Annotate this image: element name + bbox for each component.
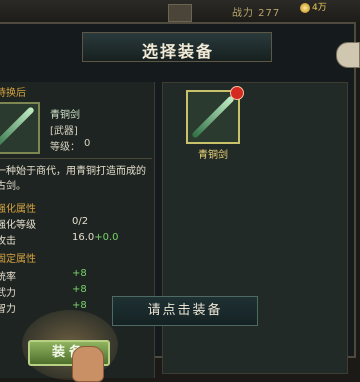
candidate-item-name: 青铜剑	[198, 150, 228, 161]
title-plate: 选择装备	[82, 32, 272, 62]
divider	[0, 158, 152, 159]
enhance-section-heading: 强化属性	[0, 204, 36, 215]
stat-label: 强化等级	[0, 220, 36, 231]
stat-value: 0/2	[72, 216, 89, 227]
stat-value: +8	[72, 284, 87, 295]
select-equipment-dialog: 选择装备 待换后 青铜剑 [武器] 等级： 0 一种始于商代，用青铜打造而成的古…	[0, 22, 360, 382]
fixed-section-heading: 固定属性	[0, 254, 36, 265]
title-bar: 选择装备	[0, 32, 360, 68]
close-button[interactable]	[336, 42, 360, 68]
level-value: 0	[84, 138, 91, 149]
current-item-name: 青铜剑	[50, 110, 80, 121]
stat-value: 16.0+0.0	[72, 232, 119, 243]
hand-pointer-icon	[72, 346, 104, 382]
stat-label: 统率	[0, 272, 16, 283]
stat-label: 智力	[0, 304, 16, 315]
hud-badge-icon	[168, 4, 192, 22]
stat-label: 武力	[0, 288, 16, 299]
stat-value: +8	[72, 268, 87, 279]
new-indicator-dot	[230, 86, 244, 100]
item-description: 一种始于商代，用青铜打造而成的古剑。	[0, 166, 146, 192]
current-item-type: [武器]	[50, 126, 78, 137]
attack-bonus: +0.0	[94, 232, 119, 243]
power-value: 战力 277	[232, 8, 281, 19]
current-item-slot	[0, 102, 40, 154]
top-hud: 战力 277 4万	[0, 0, 360, 22]
tutorial-prompt: 请点击装备	[112, 296, 258, 326]
bronze-sword-icon	[0, 106, 35, 150]
coin-icon	[300, 2, 310, 13]
stat-label: 攻击	[0, 236, 16, 247]
bronze-sword-icon	[191, 95, 235, 139]
attack-value: 16.0	[72, 232, 95, 243]
resource-value: 4万	[312, 3, 327, 13]
dialog-title: 选择装备	[141, 42, 214, 61]
current-section-heading: 待换后	[0, 88, 26, 99]
level-label: 等级：	[50, 142, 80, 153]
resource-counter: 4万	[300, 0, 327, 13]
